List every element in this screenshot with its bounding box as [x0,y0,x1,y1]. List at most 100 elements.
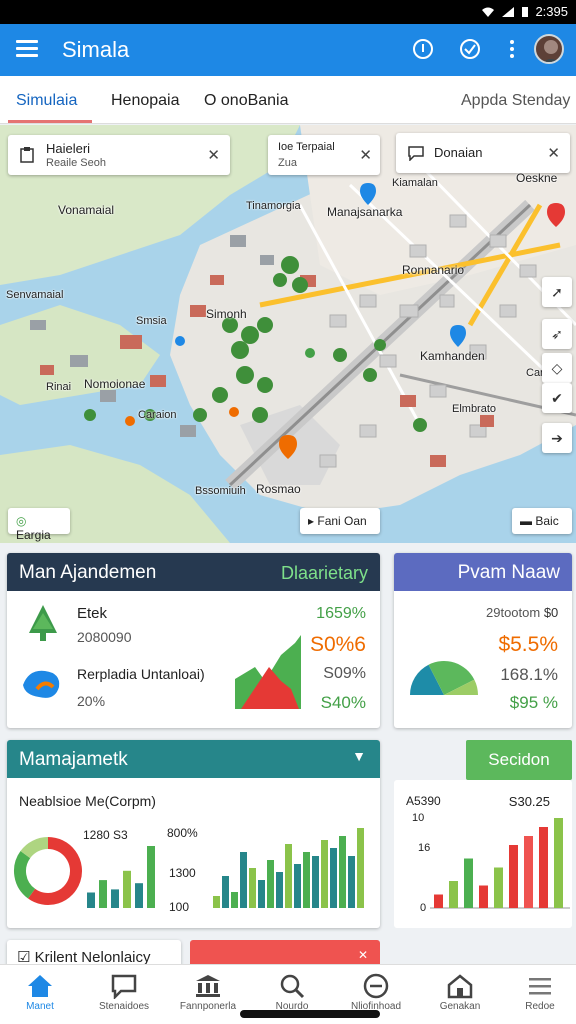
home-indicator [240,1010,380,1018]
management-card: Man Ajandemen Dlaarietary Etek 2080090 R… [7,553,380,728]
nav-label: Redoe [525,1001,555,1012]
layer-icon: ◎ [16,514,27,528]
nav-item-fannponerla[interactable]: Fannponerla [172,971,244,1012]
bar [258,880,265,908]
donut-slice [14,851,36,899]
bar [434,894,443,908]
map-info-chip[interactable]: Haieleri Reaile Seoh ✕ [8,135,230,175]
bank-icon [196,975,220,997]
tab-appda-stenday[interactable]: Appda Stenday [461,92,570,110]
menu-icon [529,978,551,995]
section-button[interactable]: Secidon [466,740,572,780]
bar [509,845,518,908]
bar [213,896,220,908]
search-icon [280,974,305,999]
row1-label: Etek [77,605,108,622]
area-chart-icon [235,635,301,709]
nav-item-genakan[interactable]: Genakan [424,971,496,1012]
chart-label: S30.25 [508,794,550,809]
chart-label: 100 [169,900,190,914]
section-bar-chart [430,818,570,909]
app-title: Simala [62,37,130,62]
map-label: Rosmao [256,482,301,496]
axis-label: 10 [412,812,425,824]
bar [249,868,256,908]
map-label: Simonh [206,307,247,321]
tab-henopaia[interactable]: Henopaia [111,92,180,110]
map-layer-chip[interactable]: ▸ Fani Oan [300,508,380,534]
chart-label: A5390 [406,794,441,808]
tab-simulaia[interactable]: Simulaia [16,92,77,110]
verified-icon[interactable] [459,38,481,60]
compass-icon[interactable]: ➶ [542,319,572,349]
dropdown-icon[interactable]: ▼ [352,748,366,764]
menu-icon[interactable] [16,40,38,60]
bar [231,892,238,908]
donut-slice [28,837,82,905]
metric-value: 1659% [316,605,366,622]
avatar[interactable] [534,34,564,64]
bar [87,892,95,908]
metric-value: $5.5% [498,633,558,656]
card-badge[interactable]: Dlaarietary [281,563,368,584]
map-region-icon [23,670,60,698]
close-icon[interactable]: ✕ [358,948,368,962]
nav-item-nourdo[interactable]: Nourdo [256,971,328,1012]
map-info-chip[interactable]: Donaian ✕ [396,133,570,173]
bar [294,864,301,908]
navigate-icon[interactable]: ➚ [542,277,572,307]
nav-item-nliofinhoad[interactable]: Nliofinhoad [340,971,412,1012]
nav-item-manet[interactable]: Manet [4,971,76,1012]
bar [123,870,131,908]
bar [267,860,274,908]
close-icon[interactable]: ✕ [359,146,372,164]
bar [276,872,283,908]
card-title: Man Ajandemen [19,562,157,583]
close-icon[interactable]: ✕ [547,144,560,162]
bar [312,856,319,908]
map-label: Kamhanden [420,349,485,363]
chip-title: Haieleri [46,141,91,156]
bar [479,885,488,908]
chip-label: Eargia [16,528,51,542]
map-label: Manajsanarka [327,205,403,219]
active-tab-indicator [8,120,92,123]
help-icon[interactable] [412,38,434,60]
metric-value: S0%6 [309,633,366,656]
check-icon[interactable]: ✔ [542,383,572,413]
management-chart-card: Mamajametk ▼ Neablsioe Me(Corpm) 1280 S3… [7,740,380,928]
close-icon[interactable]: ✕ [207,146,220,164]
map-layer-chip[interactable]: ◎ Eargia [8,508,70,542]
metric-value: 168.1% [500,665,558,684]
overview-card: Pvam Naaw 29tootom $0 $5.5% 168.1% $95 % [394,553,572,728]
bar [111,889,119,908]
nav-item-redoe[interactable]: Redoe [504,971,576,1012]
map-view[interactable]: Haieleri Reaile Seoh ✕ Ioe Terpaial Zua … [0,125,576,543]
map-label: Smsia [136,315,167,327]
map-label: Ronnanario [402,263,465,277]
directions-icon[interactable]: ➔ [542,423,572,453]
nav-label: Stenaidoes [98,1001,150,1012]
nav-label: Fannponerla [179,1001,237,1012]
more-vert-icon[interactable] [502,38,522,60]
nav-item-stenaidoes[interactable]: Stenaidoes [88,971,160,1012]
bar [554,818,563,908]
chart-label: 800% [167,826,198,840]
map-layer-chip[interactable]: ▬ Baic [512,508,572,534]
bar [357,828,364,908]
bar [147,846,155,908]
chart-subtitle: Neablsioe Me(Corpm) [19,793,156,809]
map-info-chip[interactable]: Ioe Terpaial Zua ✕ [268,135,380,175]
tab-onobania[interactable]: O onoBania [204,92,289,110]
layers-icon[interactable]: ◇ [542,353,572,383]
map-label: Kiamalan [392,177,438,189]
map-label: Oeskne [516,171,558,185]
metric-value: $95 % [509,693,558,712]
card-title: Pvam Naaw [457,562,560,583]
row1-value: 2080090 [77,629,132,645]
chip-label: Baic [535,514,559,528]
bar [464,858,473,908]
bar [99,880,107,908]
axis-label: 0 [420,902,427,914]
bar [339,836,346,908]
